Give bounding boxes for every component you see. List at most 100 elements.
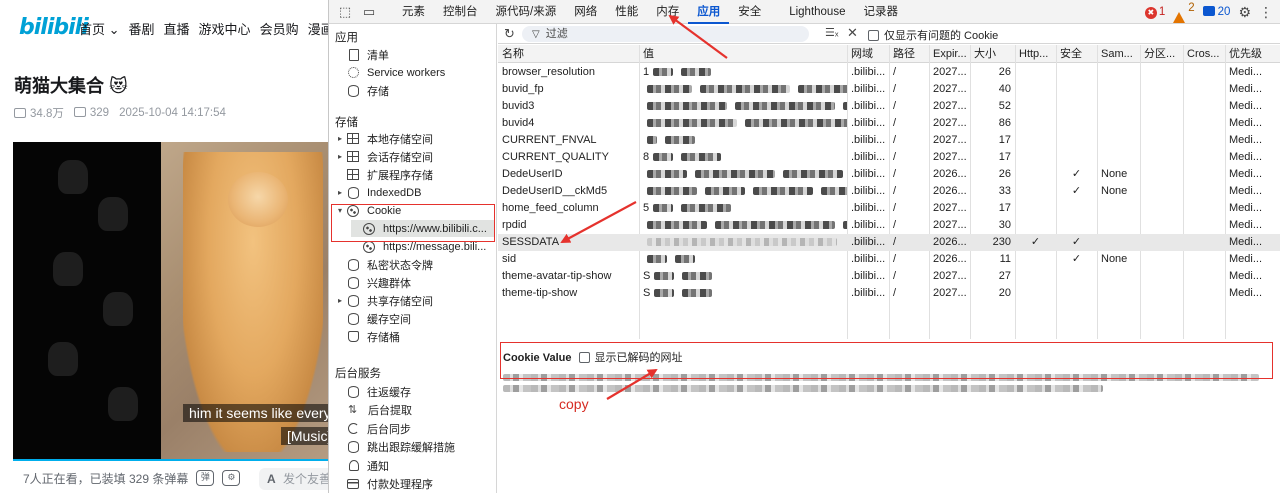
sidebar-item-storage-buckets[interactable]: 存储桶 — [335, 328, 400, 345]
sidebar-item-notifications[interactable]: 通知 — [335, 457, 389, 474]
devtools-tab[interactable]: 网络 — [565, 0, 606, 24]
sidebar-item-cookie-message[interactable]: https://message.bili... — [351, 238, 486, 255]
nav-item[interactable]: 游戏中心 — [199, 19, 251, 38]
sidebar-item-interest-groups[interactable]: 兴趣群体 — [335, 274, 411, 291]
devtools-tab[interactable]: 元素 — [393, 0, 434, 24]
table-row[interactable]: sid .bilibi... / 2026... 11 ✓ None Medi... — [498, 251, 1280, 268]
bilibili-logo[interactable]: bilibili — [19, 15, 89, 40]
nav-item[interactable]: 首页 ⌄ — [79, 19, 120, 38]
table-row[interactable]: SESSDATA .bilibi... / 2026... 230 ✓ ✓ Medi... — [498, 234, 1280, 251]
devtools-tab[interactable]: 应用 — [688, 0, 730, 24]
nav-item[interactable]: 直播 — [164, 19, 190, 38]
expand-triangle-icon[interactable]: ▸ — [335, 134, 345, 143]
table-row[interactable]: DedeUserID .bilibi... / 2026... 26 ✓ None Medi.… — [498, 166, 1280, 183]
cell-secure: ✓ — [1071, 185, 1082, 197]
devtools-tab[interactable]: 性能 — [606, 0, 647, 24]
nav-item[interactable]: 漫画 — [308, 19, 330, 38]
filter-input[interactable]: ▽ 过滤 — [522, 26, 809, 42]
settings-gear-icon[interactable]: ⚙ — [1238, 4, 1251, 21]
cookie-value-content[interactable] — [503, 372, 1269, 398]
show-decoded-checkbox[interactable] — [578, 352, 590, 363]
expand-triangle-icon[interactable]: ▸ — [335, 152, 345, 161]
nav-item[interactable]: 会员购 — [260, 19, 299, 38]
danmaku-input[interactable]: A 发个友善 — [259, 468, 330, 490]
sidebar-item-service-workers[interactable]: Service workers — [335, 64, 445, 81]
cell-secure — [1056, 81, 1097, 98]
views-count: 34.8万 — [30, 108, 64, 120]
delete-selected-icon[interactable]: ✕ — [847, 25, 858, 41]
device-toolbar-icon[interactable]: ▭ — [361, 4, 377, 19]
sidebar-item-session-storage[interactable]: ▸ 会话存储空间 — [335, 148, 433, 165]
cell-name: buvid3 — [502, 100, 535, 112]
table-row[interactable]: buvid3 .bilibi... / 2027... 52 Medi... — [498, 98, 1280, 115]
sidebar-item-indexeddb[interactable]: ▸ IndexedDB — [335, 184, 421, 201]
sidebar-item-cookie[interactable]: ▾ Cookie — [335, 202, 401, 219]
danmaku-toggle-icon[interactable]: 弹 — [196, 470, 215, 486]
only-issues-toggle[interactable]: 仅显示有问题的 Cookie — [868, 27, 998, 43]
sidebar-item-bounce-tracking[interactable]: 跳出跟踪缓解措施 — [335, 439, 455, 456]
sidebar-item-manifest[interactable]: 清单 — [335, 46, 389, 63]
warning-count[interactable]: 2 — [1173, 2, 1194, 23]
nav-item[interactable]: 番剧 — [129, 19, 155, 38]
column-header[interactable]: 路径 — [889, 45, 929, 63]
devtools-tab[interactable]: 控制台 — [434, 0, 487, 24]
cell-http: ✓ — [1030, 236, 1041, 248]
sidebar-item-label: 后台同步 — [367, 423, 411, 436]
column-header[interactable]: Http... — [1015, 45, 1056, 63]
column-header[interactable]: 大小 — [970, 45, 1015, 63]
sidebar-item-local-storage[interactable]: ▸ 本地存储空间 — [335, 130, 433, 147]
sidebar-item-storage[interactable]: 存储 — [335, 82, 389, 99]
only-issues-checkbox[interactable] — [868, 30, 879, 41]
column-header[interactable]: 网域 — [847, 45, 889, 63]
sidebar-item-cache-storage[interactable]: 缓存空间 — [335, 310, 411, 327]
sidebar-item-payment-handler[interactable]: 付款处理程序 — [335, 476, 433, 493]
show-decoded-toggle[interactable]: 显示已解码的网址 — [578, 352, 683, 364]
sidebar-item-cookie-bilibili[interactable]: https://www.bilibili.c... — [351, 220, 495, 237]
sidebar-item-background-fetch[interactable]: ⇅ 后台提取 — [335, 402, 412, 419]
column-header[interactable]: 分区... — [1140, 45, 1183, 63]
sidebar-item-shared-storage[interactable]: ▸ 共享存储空间 — [335, 292, 433, 309]
more-options-icon[interactable]: ⋮ — [1259, 4, 1273, 21]
redacted-value — [681, 204, 732, 213]
expand-triangle-icon[interactable]: ▾ — [335, 206, 345, 215]
column-header[interactable]: Expir... — [929, 45, 970, 63]
sidebar-item-extension-storage[interactable]: 扩展程序存储 — [335, 166, 433, 183]
devtools-tab[interactable]: 内存 — [647, 0, 688, 24]
sidebar-item-private-state-tokens[interactable]: 私密状态令牌 — [335, 256, 433, 273]
error-count[interactable]: 1 — [1145, 6, 1165, 19]
table-row[interactable]: buvid4 .bilibi... / 2027... 86 Medi... — [498, 115, 1280, 132]
sidebar-item-background-sync[interactable]: 后台同步 — [335, 420, 411, 437]
table-row[interactable]: rpdid .bilibi... / 2027... 30 Medi... — [498, 217, 1280, 234]
expand-triangle-icon[interactable]: ▸ — [335, 296, 345, 305]
table-row[interactable]: DedeUserID__ckMd5 .bilibi... / 2026... 33 ✓ No… — [498, 183, 1280, 200]
devtools-tab[interactable]: 源代码/来源 — [487, 0, 566, 24]
table-row[interactable]: CURRENT_QUALITY 8 .bilibi... / 2027... 17 Medi… — [498, 149, 1280, 166]
refresh-icon[interactable]: ↻ — [504, 26, 518, 42]
table-row[interactable]: buvid_fp .bilibi... / 2027... 40 Medi... — [498, 81, 1280, 98]
column-header[interactable]: 值 — [639, 45, 847, 63]
danmaku-settings-icon[interactable]: ⚙ — [222, 470, 241, 486]
cell-samesite — [1097, 234, 1140, 251]
devtools-tab[interactable]: 记录器 — [854, 0, 907, 24]
expand-triangle-icon[interactable]: ▸ — [335, 188, 345, 197]
sidebar-item-bfcache[interactable]: 往返缓存 — [335, 383, 411, 400]
devtools-tab[interactable]: Lighthouse — [780, 0, 854, 24]
table-row[interactable]: browser_resolution 1 .bilibi... / 2027... 26 M… — [498, 64, 1280, 81]
clear-all-cookies-icon[interactable]: ☰ₓ — [825, 26, 838, 39]
column-header[interactable]: Cros... — [1183, 45, 1225, 63]
table-row[interactable]: CURRENT_FNVAL .bilibi... / 2027... 17 Medi... — [498, 132, 1280, 149]
table-row[interactable]: home_feed_column 5 .bilibi... / 2027... 17 Med… — [498, 200, 1280, 217]
column-header[interactable]: Sam... — [1097, 45, 1140, 63]
message-count[interactable]: 20 — [1203, 6, 1231, 18]
table-row[interactable]: theme-avatar-tip-show S .bilibi... / 2027...… — [498, 268, 1280, 285]
video-player[interactable]: him it seems like every [Music] — [13, 142, 330, 460]
column-header[interactable]: 安全 — [1056, 45, 1097, 63]
video-progress-bar[interactable] — [13, 459, 330, 461]
devtools-tab[interactable]: 安全 — [729, 0, 770, 24]
text-style-icon[interactable]: A — [267, 468, 276, 490]
table-row[interactable]: theme-tip-show S .bilibi... / 2027... 20 Medi.… — [498, 285, 1280, 302]
inspect-icon[interactable]: ⬚ — [337, 4, 353, 19]
column-header[interactable]: 优先级 — [1225, 45, 1280, 63]
cookie-value-prefix: S — [643, 287, 651, 299]
column-header[interactable]: 名称 — [498, 45, 639, 63]
